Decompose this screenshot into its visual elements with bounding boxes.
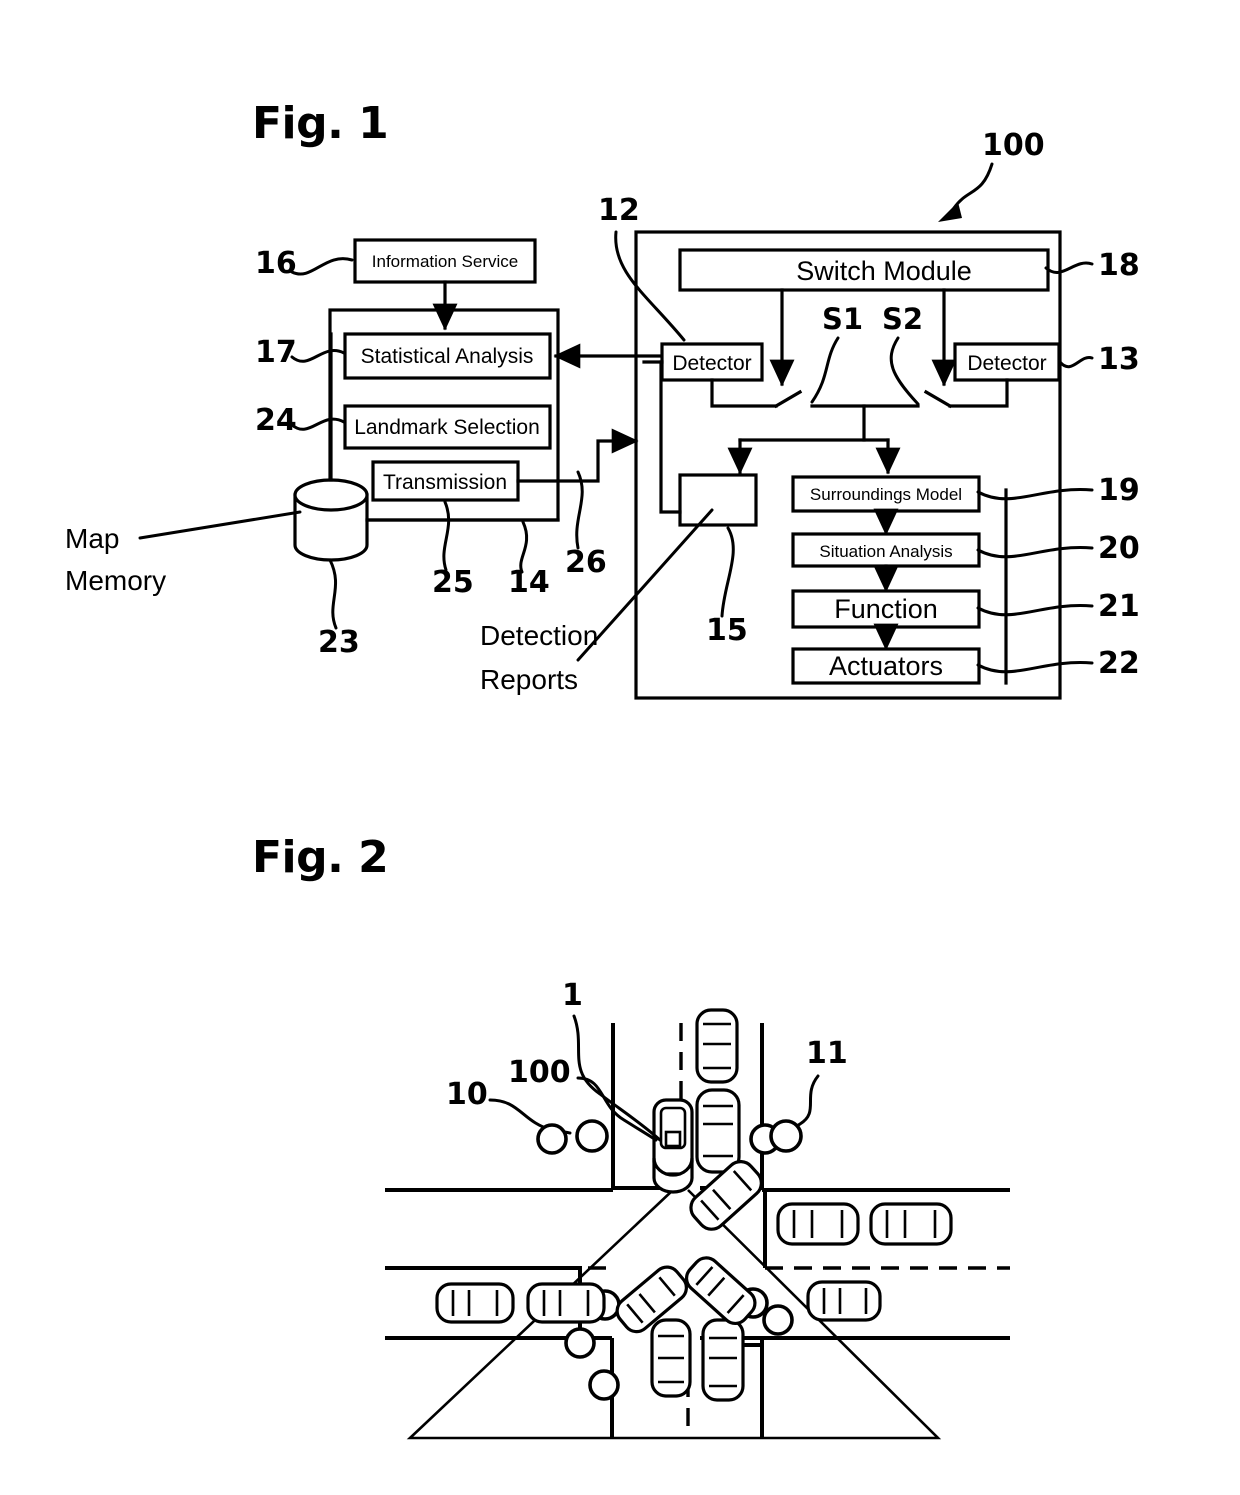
leader-20 — [976, 546, 1094, 559]
leader-15 — [720, 526, 735, 618]
box-information-service-label: Information Service — [372, 252, 518, 271]
map-memory-label-line2: Memory — [65, 565, 166, 596]
leader-100-arrowhead — [938, 202, 962, 222]
box-landmark-selection-label: Landmark Selection — [354, 416, 540, 439]
wire-detector-left-to-report — [659, 360, 682, 514]
vehicle-west-2 — [526, 1282, 606, 1324]
ego-vehicle — [652, 1098, 694, 1194]
box-surroundings-model-label: Surroundings Model — [810, 485, 962, 504]
box-actuators-label: Actuators — [829, 651, 943, 681]
ref-num-100: 100 — [982, 128, 1045, 163]
figure-1: Fig. 1 100 Information Service 16 Statis… — [65, 98, 1140, 700]
ref-num-24: 24 — [255, 403, 297, 438]
box-function-label: Function — [834, 594, 938, 624]
vehicle-north-2 — [695, 1088, 741, 1174]
ref-num-26: 26 — [565, 545, 607, 580]
box-statistical-analysis-label: Statistical Analysis — [361, 345, 534, 368]
switch-blade-s1 — [773, 389, 803, 409]
map-memory-cylinder — [293, 478, 369, 562]
vehicle-east-1 — [776, 1202, 860, 1246]
signal-label-s2: S2 — [882, 302, 923, 336]
signal-label-s1: S1 — [822, 302, 863, 336]
ref-num-16: 16 — [255, 246, 297, 281]
leader-18 — [1044, 261, 1094, 274]
vehicle-south-1 — [650, 1318, 692, 1398]
landmark-marker-sw-3 — [588, 1369, 620, 1401]
ref-num-fig2-10: 10 — [446, 1077, 488, 1112]
leader-12 — [614, 230, 686, 342]
landmark-marker-se-2 — [762, 1304, 794, 1336]
ref-num-23: 23 — [318, 625, 360, 660]
landmark-marker-sw-2 — [564, 1327, 596, 1359]
vehicle-turn-ne — [689, 1160, 763, 1231]
leader-s2 — [889, 336, 920, 406]
ref-num-fig2-1: 1 — [562, 978, 583, 1013]
ref-num-13: 13 — [1098, 342, 1140, 377]
ref-num-18: 18 — [1098, 248, 1140, 283]
ref-num-21: 21 — [1098, 589, 1140, 624]
detection-reports-label-line1: Detection — [480, 620, 598, 651]
ref-num-17: 17 — [255, 335, 297, 370]
box-situation-analysis-label: Situation Analysis — [819, 542, 952, 561]
leader-detection-reports — [576, 508, 714, 662]
leader-17 — [290, 349, 346, 363]
leader-25 — [442, 500, 451, 572]
vehicle-south-2 — [701, 1318, 745, 1402]
figure-2-title: Fig. 2 — [252, 832, 388, 883]
ref-num-25: 25 — [432, 565, 474, 600]
wire-detector-right-to-switch — [948, 378, 1009, 408]
vehicle-east-3 — [806, 1280, 882, 1322]
map-memory-label-line1: Map — [65, 523, 119, 554]
wire-detector-left-to-switch — [710, 378, 778, 408]
vehicle-north-1 — [695, 1008, 739, 1084]
leader-map-memory — [138, 510, 302, 540]
leader-23 — [328, 558, 338, 630]
leader-24 — [290, 417, 346, 431]
landmark-marker-ne-2 — [769, 1119, 803, 1153]
box-detection-report-block — [678, 473, 758, 527]
box-transmission-label: Transmission — [383, 471, 507, 494]
box-detector-right-label: Detector — [967, 352, 1046, 375]
leader-16 — [290, 257, 354, 276]
figure-2: Fig. 2 1 100 10 11 — [252, 832, 1010, 1440]
switch-blade-s2 — [923, 389, 953, 409]
ref-num-20: 20 — [1098, 531, 1140, 566]
ref-num-19: 19 — [1098, 473, 1140, 508]
drawing-sheet: Fig. 1 100 Information Service 16 Statis… — [0, 0, 1240, 1495]
leader-21 — [976, 604, 1094, 617]
detection-reports-label-line2: Reports — [480, 664, 578, 695]
vehicle-east-2 — [869, 1202, 953, 1246]
vehicle-west-1 — [435, 1282, 515, 1324]
box-detector-left-label: Detector — [672, 352, 751, 375]
figure-1-title: Fig. 1 — [252, 98, 388, 149]
box-switch-module-label: Switch Module — [796, 256, 972, 286]
leader-26 — [575, 470, 584, 550]
leader-100 — [952, 162, 994, 210]
vehicle-turn-se — [684, 1256, 757, 1326]
patent-figures-svg: Fig. 1 100 Information Service 16 Statis… — [65, 98, 1140, 1440]
leader-19 — [976, 488, 1094, 501]
landmark-marker-nw-2 — [575, 1119, 609, 1153]
leader-s1 — [810, 336, 840, 404]
ref-num-15: 15 — [706, 613, 748, 648]
leader-22 — [976, 661, 1094, 674]
landmark-marker-nw-1 — [536, 1123, 568, 1155]
ref-num-14: 14 — [508, 565, 550, 600]
ref-num-22: 22 — [1098, 646, 1140, 681]
ref-num-fig2-11: 11 — [806, 1036, 848, 1071]
leader-13 — [1058, 356, 1094, 369]
ref-num-12: 12 — [598, 193, 640, 228]
ref-num-fig2-100: 100 — [508, 1055, 571, 1090]
